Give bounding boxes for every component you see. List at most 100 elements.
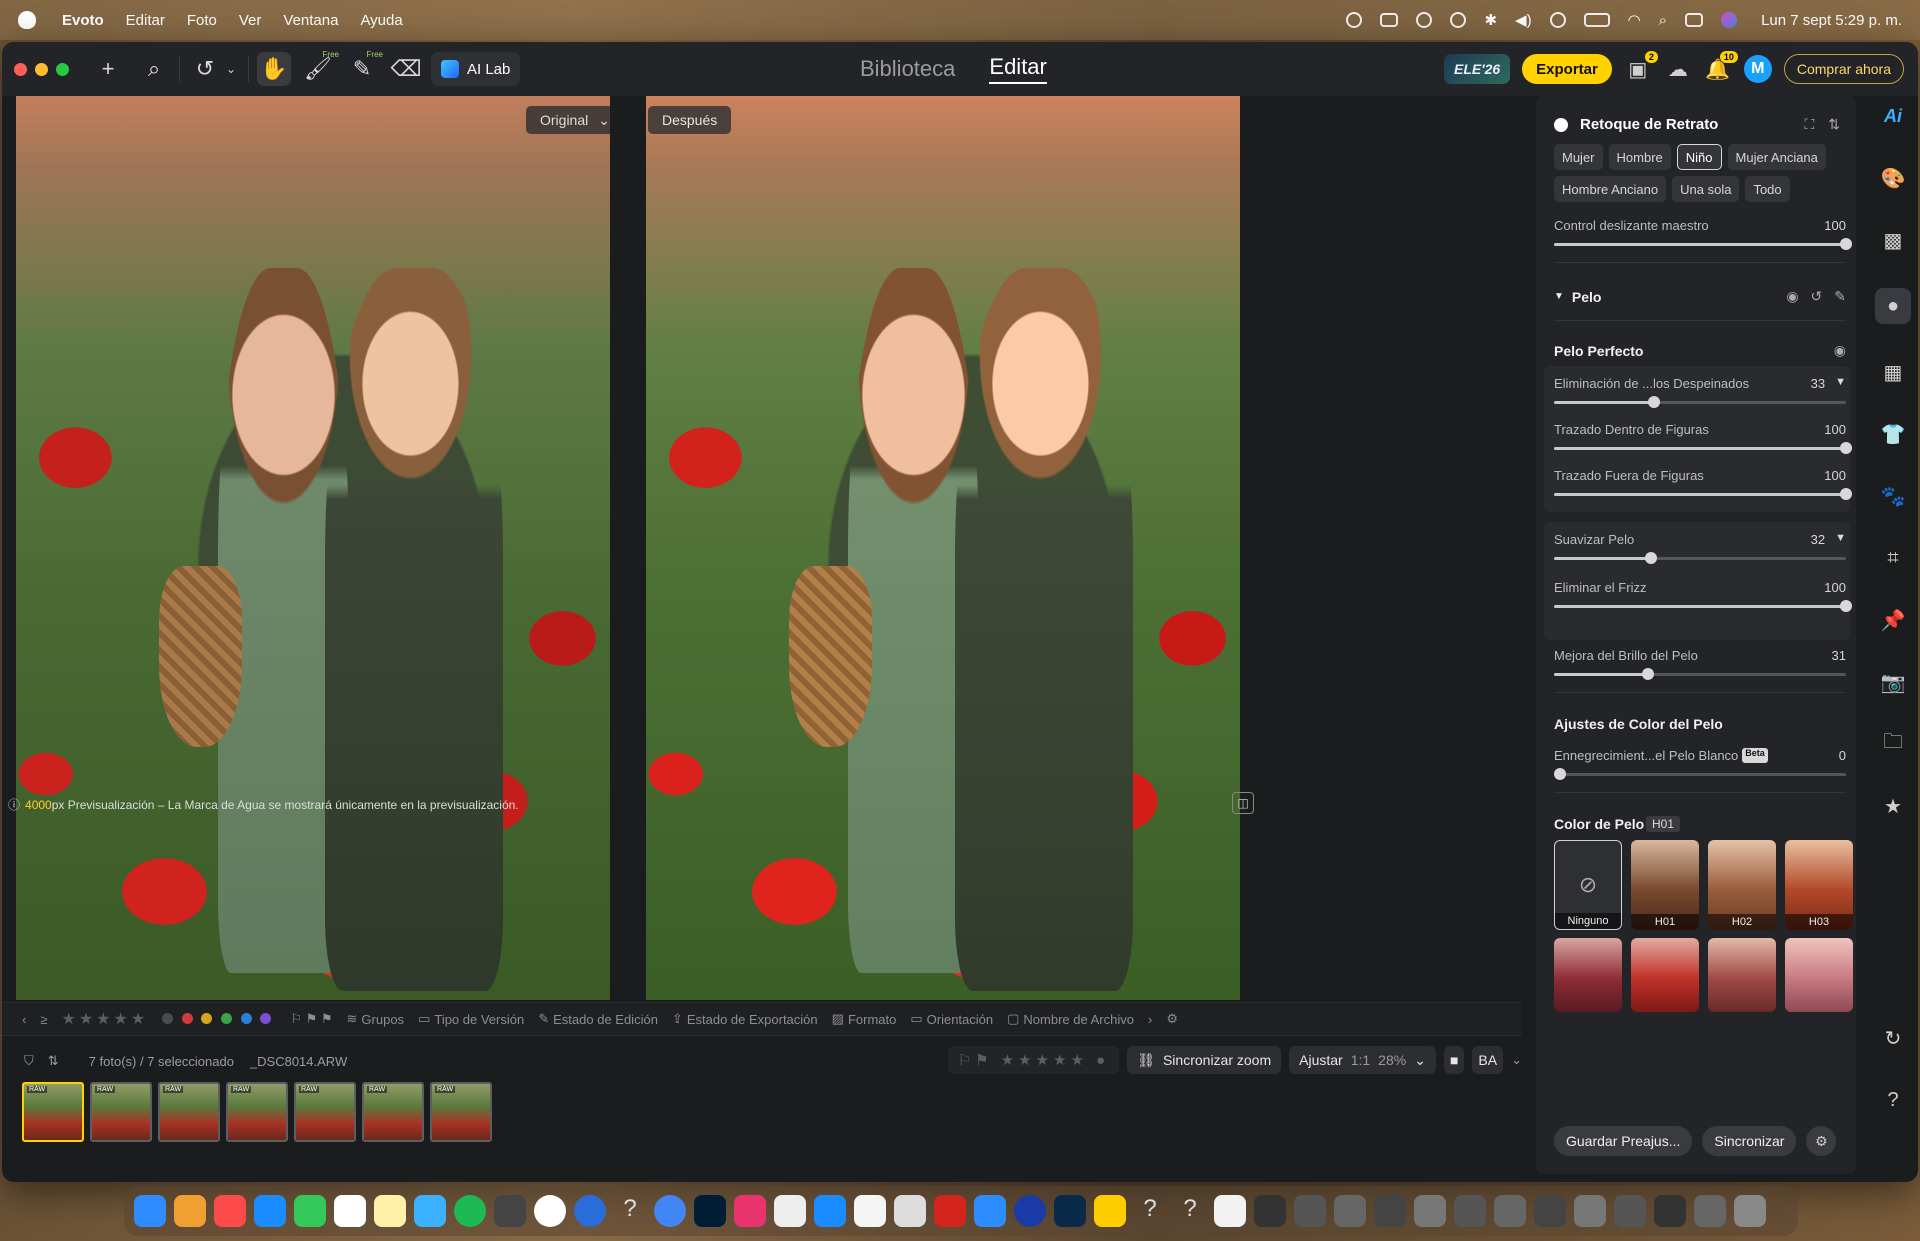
sort-icon[interactable]: ⇅ [48,1053,59,1069]
flyaway-slider[interactable]: Eliminación de ...los Despeinados 33 ▼ [1554,376,1846,408]
battery-icon[interactable] [1583,13,1610,27]
inner-trace-slider[interactable]: Trazado Dentro de Figuras 100 [1554,422,1852,454]
slider-handle[interactable] [1840,442,1852,454]
format-filter[interactable]: ▨ Formato [832,1011,897,1027]
photo-original[interactable]: Original ⌄ [16,96,610,1000]
cloud-sync-icon[interactable]: ☁ [1664,55,1692,83]
siri-icon[interactable] [1721,12,1738,28]
split-view-icon[interactable]: ◫ [1232,792,1254,814]
photoshop-icon[interactable] [694,1195,726,1227]
color-label-filter[interactable] [162,1012,276,1027]
quicktime-icon[interactable] [574,1195,606,1227]
face-select-icon[interactable]: ⛶ [1804,116,1814,133]
finder-icon[interactable] [134,1195,166,1227]
crop-icon[interactable]: ⌗ [1879,544,1907,572]
zoom-icon[interactable] [974,1195,1006,1227]
filmstrip-thumb[interactable]: RAW [226,1082,288,1142]
onepassword-icon[interactable] [1014,1195,1046,1227]
add-icon[interactable]: + [91,52,125,86]
compare-divider[interactable] [610,96,646,1000]
recent-window-icon[interactable] [1374,1195,1406,1227]
export-state-filter[interactable]: ⇪ Estado de Exportación [672,1011,818,1027]
recent-window-icon[interactable] [1534,1195,1566,1227]
groups-filter[interactable]: ≋ Grupos [347,1011,405,1027]
reset-icon[interactable]: ↺ [1811,288,1823,305]
slider-track[interactable] [1554,238,1852,250]
undo-history-chevron-icon[interactable]: ⌄ [222,52,240,86]
slider-handle[interactable] [1840,238,1852,250]
calculator-icon[interactable] [894,1195,926,1227]
fit-button[interactable]: Ajustar [1299,1052,1343,1068]
color-purple-dot[interactable] [260,1012,272,1024]
shine-slider[interactable]: Mejora del Brillo del Pelo 31 [1554,648,1846,680]
one-to-one-button[interactable]: 1:1 [1351,1052,1370,1068]
menu-ayuda[interactable]: Ayuda [360,12,402,29]
subject-nino[interactable]: Niño [1676,144,1722,170]
texture-icon[interactable]: ▩ [1879,226,1907,254]
bluetooth-icon[interactable]: ✱ [1484,11,1497,29]
recent-window-icon[interactable] [1694,1195,1726,1227]
spotify-icon[interactable] [454,1195,486,1227]
master-slider[interactable]: Control deslizante maestro 100 [1554,218,1852,250]
menubar-clock[interactable]: Lun 7 sept 5:29 p. m. [1761,12,1902,29]
menu-editar[interactable]: Editar [126,12,165,29]
bell-icon[interactable]: 🔔 10 [1704,51,1738,83]
status-display-icon[interactable] [1380,13,1399,27]
edit-state-filter[interactable]: ✎ Estado de Edición [538,1011,658,1027]
slider-track[interactable] [1554,768,1846,780]
slider-track[interactable] [1554,396,1846,408]
color-none-dot[interactable] [162,1012,174,1024]
swatch-none[interactable]: ⊘ Ninguno [1554,840,1622,930]
swatch-h03[interactable]: H03 [1785,840,1853,930]
trash-icon[interactable] [1734,1195,1766,1227]
grid-tool-icon[interactable]: ▦ [1879,358,1907,386]
menu-ventana[interactable]: Ventana [283,12,338,29]
filter-settings-icon[interactable]: ⚙ [1166,1011,1178,1027]
orientation-filter[interactable]: ▭ Orientación [910,1011,993,1027]
pin-icon[interactable]: 📌 [1879,606,1907,634]
export-button[interactable]: Exportar [1522,54,1612,84]
slider-track[interactable] [1554,488,1852,500]
photo-after[interactable]: Después [646,96,1240,1000]
menu-app-name[interactable]: Evoto [62,12,104,29]
recent-window-icon[interactable] [1294,1195,1326,1227]
recent-window-icon[interactable] [1454,1195,1486,1227]
slider-track[interactable] [1554,668,1846,680]
filter-funnel-icon[interactable]: ⛉ [24,1053,34,1069]
unknown-app-icon[interactable]: ? [1174,1195,1206,1227]
star-box-icon[interactable]: ★ [1879,792,1907,820]
sync-zoom-button[interactable]: ⛓ Sincronizar zoom [1127,1046,1282,1074]
unknown-app-icon[interactable]: ? [614,1195,646,1227]
wifi-icon[interactable]: ◠ [1628,11,1641,29]
save-preset-button[interactable]: Guardar Preajus... [1554,1126,1693,1156]
zoom-window-button[interactable] [56,62,69,76]
camera-icon[interactable]: 📷 [1879,668,1907,696]
calendar-badge-icon[interactable] [214,1195,246,1227]
color-yellow-dot[interactable] [201,1012,213,1024]
hand-tool-icon[interactable]: ✋ [257,52,291,86]
menu-ver[interactable]: Ver [239,12,262,29]
recent-window-icon[interactable] [1414,1195,1446,1227]
creative-cloud-icon[interactable] [734,1195,766,1227]
brush-edit-icon[interactable]: ✎ [1834,288,1846,305]
apple-logo-icon[interactable] [18,11,36,29]
refresh-icon[interactable]: ↻ [1879,1024,1907,1052]
minimize-window-button[interactable] [35,62,48,76]
chrome-icon[interactable] [654,1195,686,1227]
photos-icon[interactable] [854,1195,886,1227]
status-app-icon[interactable] [1346,12,1363,28]
ai-lab-button[interactable]: AI Lab [431,52,521,86]
tab-biblioteca[interactable]: Biblioteca [860,56,955,82]
triangle-down-icon[interactable]: ▼ [1835,376,1846,391]
swatch-h01[interactable]: H01 [1631,840,1699,930]
avatar[interactable]: M [1743,55,1772,83]
safari-icon[interactable] [254,1195,286,1227]
slider-handle[interactable] [1840,488,1852,500]
filmstrip-thumb[interactable]: RAW [158,1082,220,1142]
launchpad-icon[interactable] [174,1195,206,1227]
eye-icon[interactable]: ◉ [1786,288,1798,305]
search-icon[interactable]: ⌕ [137,52,171,86]
status-sync-icon[interactable] [1416,12,1433,28]
palette-icon[interactable]: 🎨 [1879,164,1907,192]
filter-right-arrow-icon[interactable]: › [1148,1012,1152,1027]
